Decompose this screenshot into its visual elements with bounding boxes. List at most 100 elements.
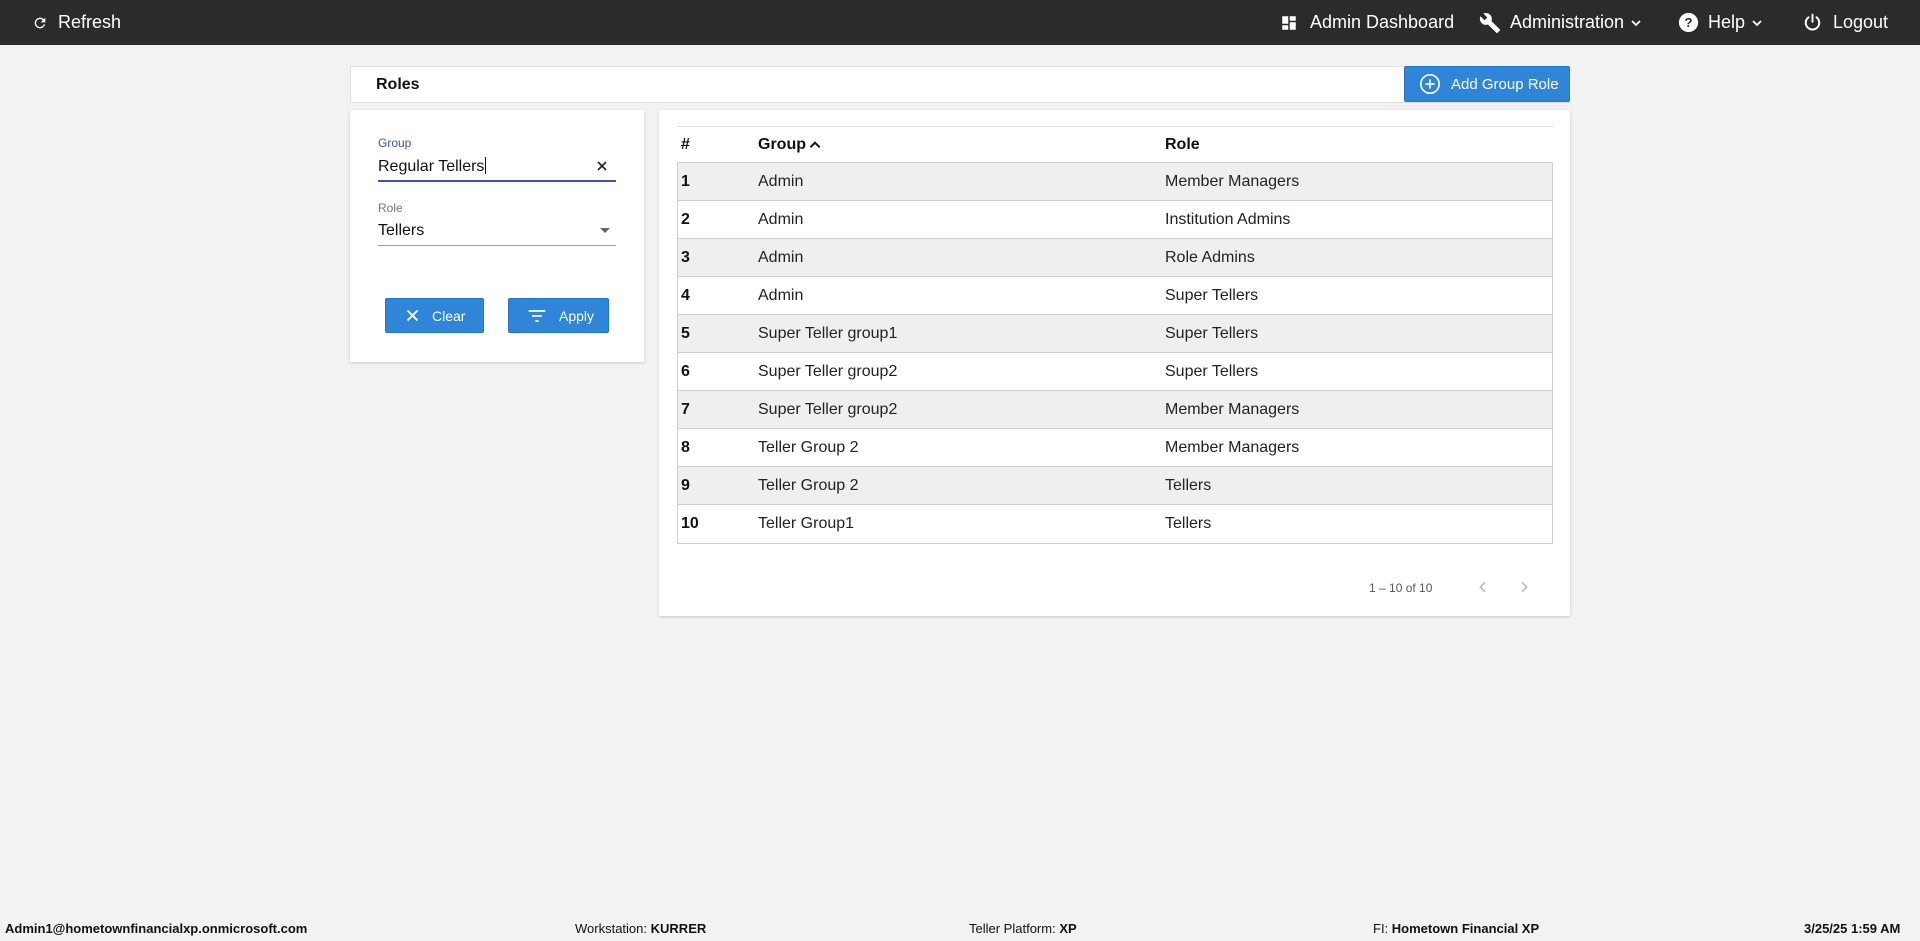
cell-number: 1 — [681, 173, 690, 190]
cell-role: Member Managers — [1165, 173, 1300, 190]
column-header-role: Role — [1165, 136, 1200, 153]
chevron-right-icon — [1521, 581, 1528, 593]
table-row[interactable]: 7 Super Teller group2 Member Managers — [678, 391, 1552, 429]
refresh-button[interactable]: Refresh — [32, 0, 121, 45]
wrench-icon — [1479, 12, 1501, 34]
apply-label: Apply — [559, 307, 595, 324]
close-icon — [405, 308, 420, 323]
table-row[interactable]: 6 Super Teller group2 Super Tellers — [678, 353, 1552, 391]
page-title: Roles — [376, 76, 420, 93]
cell-group: Teller Group 2 — [758, 477, 859, 494]
role-field-label: Role — [378, 201, 403, 215]
pagination-range: 1 – 10 of 10 — [1369, 581, 1433, 595]
cell-role: Institution Admins — [1165, 211, 1291, 228]
roles-table: # Group Role 1 Admin Member Managers 2 A… — [677, 126, 1553, 544]
role-select[interactable]: Tellers — [378, 222, 424, 240]
previous-page-button[interactable] — [1475, 579, 1491, 595]
cell-number: 9 — [681, 477, 690, 494]
top-navigation-bar: Refresh Admin Dashboard Administration ?… — [0, 0, 1920, 45]
table-row[interactable]: 3 Admin Role Admins — [678, 239, 1552, 277]
workstation-label: Workstation: — [575, 921, 648, 936]
logout-label: Logout — [1833, 12, 1889, 32]
cell-number: 2 — [681, 211, 690, 228]
plus-circle-icon — [1419, 73, 1441, 95]
column-header-group[interactable]: Group — [758, 136, 822, 154]
group-input-underline — [378, 180, 616, 182]
filter-panel: Group Regular Tellers Role Tellers Clear… — [350, 110, 644, 362]
dashboard-icon — [1280, 14, 1298, 32]
table-row[interactable]: 8 Teller Group 2 Member Managers — [678, 429, 1552, 467]
cell-group: Admin — [758, 287, 804, 304]
table-row[interactable]: 5 Super Teller group1 Super Tellers — [678, 315, 1552, 353]
cell-number: 8 — [681, 439, 690, 456]
status-workstation: Workstation: KURRER — [575, 921, 706, 936]
cell-number: 6 — [681, 363, 690, 380]
logout-button[interactable]: Logout — [1803, 0, 1888, 45]
group-field-label: Group — [378, 136, 412, 150]
group-input[interactable]: Regular Tellers — [378, 157, 487, 176]
chevron-down-icon — [1751, 17, 1763, 29]
help-circle-icon: ? — [1678, 12, 1699, 33]
cell-number: 5 — [681, 325, 690, 342]
cell-group: Super Teller group2 — [758, 401, 898, 418]
status-user: Admin1@hometownfinancialxp.onmicrosoft.c… — [5, 921, 308, 936]
dropdown-arrow-icon[interactable] — [600, 228, 610, 233]
role-select-underline — [378, 245, 616, 246]
cell-role: Super Tellers — [1165, 325, 1259, 342]
table-header-row: # Group Role — [677, 126, 1553, 163]
cell-number: 3 — [681, 249, 690, 266]
sort-asc-icon — [808, 138, 822, 152]
add-group-role-label: Add Group Role — [1451, 75, 1559, 93]
help-menu[interactable]: ? Help — [1678, 0, 1763, 45]
administration-label: Administration — [1510, 12, 1625, 32]
cell-number: 7 — [681, 401, 690, 418]
cell-group: Admin — [758, 249, 804, 266]
administration-menu[interactable]: Administration — [1479, 0, 1642, 45]
next-page-button[interactable] — [1516, 579, 1532, 595]
group-input-value: Regular Tellers — [378, 158, 485, 175]
roles-table-panel: # Group Role 1 Admin Member Managers 2 A… — [659, 110, 1570, 616]
cell-number: 4 — [681, 287, 690, 304]
table-row[interactable]: 10 Teller Group1 Tellers — [678, 505, 1552, 543]
teller-platform-label: Teller Platform: — [969, 921, 1056, 936]
status-teller-platform: Teller Platform: XP — [969, 921, 1077, 936]
refresh-icon — [32, 15, 48, 31]
chevron-left-icon — [1479, 581, 1486, 593]
admin-dashboard-link[interactable]: Admin Dashboard — [1280, 0, 1454, 45]
admin-dashboard-label: Admin Dashboard — [1310, 12, 1455, 32]
text-caret — [485, 157, 487, 174]
page-header: Roles — [350, 66, 1570, 103]
table-row[interactable]: 2 Admin Institution Admins — [678, 201, 1552, 239]
add-group-role-button[interactable]: Add Group Role — [1404, 66, 1570, 102]
cell-group: Admin — [758, 211, 804, 228]
teller-platform-value: XP — [1059, 921, 1077, 936]
cell-role: Super Tellers — [1165, 287, 1259, 304]
cell-role: Super Tellers — [1165, 363, 1259, 380]
table-row[interactable]: 4 Admin Super Tellers — [678, 277, 1552, 315]
cell-group: Teller Group 2 — [758, 439, 859, 456]
cell-number: 10 — [681, 515, 699, 532]
cell-role: Role Admins — [1165, 249, 1255, 266]
cell-group: Admin — [758, 173, 804, 190]
status-bar: Admin1@hometownfinancialxp.onmicrosoft.c… — [0, 915, 1920, 941]
table-row[interactable]: 1 Admin Member Managers — [678, 163, 1552, 201]
cell-role: Member Managers — [1165, 401, 1300, 418]
clear-group-icon[interactable] — [596, 160, 608, 172]
fi-value: Hometown Financial XP — [1391, 921, 1540, 936]
workstation-value: KURRER — [650, 921, 707, 936]
apply-button[interactable]: Apply — [508, 298, 609, 333]
cell-role: Member Managers — [1165, 439, 1300, 456]
refresh-label: Refresh — [58, 12, 122, 32]
table-body: 1 Admin Member Managers 2 Admin Institut… — [677, 163, 1553, 544]
column-header-group-label: Group — [758, 136, 806, 153]
svg-text:?: ? — [1684, 15, 1692, 30]
clear-label: Clear — [432, 307, 466, 324]
cell-group: Teller Group1 — [758, 515, 855, 532]
status-fi: FI: Hometown Financial XP — [1373, 921, 1539, 936]
help-label: Help — [1708, 12, 1746, 32]
cell-group: Super Teller group2 — [758, 363, 898, 380]
filter-icon — [527, 309, 547, 323]
clear-button[interactable]: Clear — [385, 298, 484, 333]
table-row[interactable]: 9 Teller Group 2 Tellers — [678, 467, 1552, 505]
cell-role: Tellers — [1165, 477, 1212, 494]
